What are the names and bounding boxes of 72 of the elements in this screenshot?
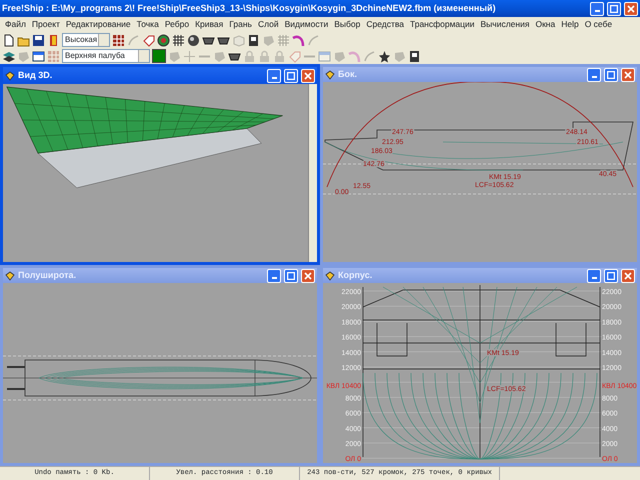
minimize-icon <box>272 277 276 279</box>
window-title: Free!Ship : E:\My_programs 2\! Free!Ship\FreeShip3_13-\Ships\Kosygin\Kosygin_3DchineNEW2.fbm (измененный) <box>2 2 497 15</box>
menu-item[interactable]: Файл <box>2 18 29 31</box>
mesh-icon[interactable] <box>172 34 185 46</box>
close-icon <box>304 72 312 80</box>
app-icon <box>5 70 15 80</box>
viewport-title: Вид 3D. <box>18 68 54 82</box>
precision-dropdown[interactable]: Высокая <box>62 33 110 47</box>
star-icon[interactable] <box>378 50 391 62</box>
close-icon <box>624 272 632 280</box>
maximize-button[interactable] <box>604 268 618 282</box>
minimize-icon <box>594 10 600 12</box>
door-icon[interactable] <box>47 34 60 46</box>
menu-item[interactable]: Проект <box>28 18 63 31</box>
menu-item[interactable]: Средства <box>363 18 408 31</box>
menu-item[interactable]: Точка <box>134 18 162 31</box>
menu-item[interactable]: Выбор <box>331 18 364 31</box>
menu-item[interactable]: Видимости <box>282 18 332 31</box>
close-icon <box>304 272 312 280</box>
menu-item[interactable]: Грань <box>226 18 255 31</box>
minimize-button[interactable] <box>587 268 601 282</box>
menu-item[interactable]: Кривая <box>192 18 226 31</box>
maximize-icon <box>607 70 615 78</box>
maximize-button[interactable] <box>607 2 621 16</box>
close-button[interactable] <box>621 268 635 282</box>
vertical-scrollbar[interactable] <box>308 84 317 262</box>
menu-item[interactable]: Трансформации <box>407 18 478 31</box>
panel-icon[interactable] <box>408 50 421 62</box>
globe-icon[interactable] <box>157 34 170 46</box>
menu-item[interactable]: Слой <box>254 18 282 31</box>
minimize-button[interactable] <box>267 268 281 282</box>
close-button[interactable] <box>624 2 638 16</box>
minimize-button[interactable] <box>587 68 601 82</box>
tag-icon[interactable] <box>142 34 155 46</box>
minimize-button[interactable] <box>267 68 281 82</box>
menu-item[interactable]: Вычисления <box>478 18 532 31</box>
layers-icon[interactable] <box>2 50 15 62</box>
maximize-button[interactable] <box>284 268 298 282</box>
sphere-icon[interactable] <box>187 34 200 46</box>
close-button[interactable] <box>621 68 635 82</box>
menu-item[interactable]: Ребро <box>162 18 192 31</box>
close-icon <box>627 4 635 12</box>
minimize-icon <box>272 77 276 79</box>
viewport-title: Корпус. <box>338 268 374 282</box>
menu-item[interactable]: Help <box>558 18 582 31</box>
maximize-icon <box>287 272 295 280</box>
viewport-title: Бок. <box>338 68 358 81</box>
viewport-title: Полуширота. <box>18 268 78 282</box>
close-button[interactable] <box>301 268 315 282</box>
layer-dropdown[interactable]: Верхняя палуба <box>62 49 150 63</box>
minimize-button[interactable] <box>590 2 604 16</box>
app-icon <box>325 270 335 280</box>
panel-icon[interactable] <box>247 34 260 46</box>
minimize-icon <box>592 76 596 78</box>
grid-icon[interactable] <box>112 34 125 46</box>
layer-color-swatch[interactable] <box>152 49 166 63</box>
minimize-icon <box>592 277 596 279</box>
menu-item[interactable]: Окна <box>532 18 558 31</box>
maximize-icon <box>610 4 618 12</box>
maximize-icon <box>287 72 295 80</box>
maximize-button[interactable] <box>284 68 298 82</box>
window-icon[interactable] <box>32 50 45 62</box>
menu-item[interactable]: О себе <box>582 18 616 31</box>
app-icon <box>325 70 335 80</box>
app-icon <box>5 270 15 280</box>
close-button[interactable] <box>301 68 315 82</box>
arc-icon[interactable] <box>292 34 305 46</box>
maximize-icon <box>607 272 615 280</box>
menu-item[interactable]: Редактирование <box>62 18 134 31</box>
maximize-button[interactable] <box>604 68 618 82</box>
page-icon[interactable] <box>2 34 15 46</box>
close-icon <box>624 70 632 78</box>
